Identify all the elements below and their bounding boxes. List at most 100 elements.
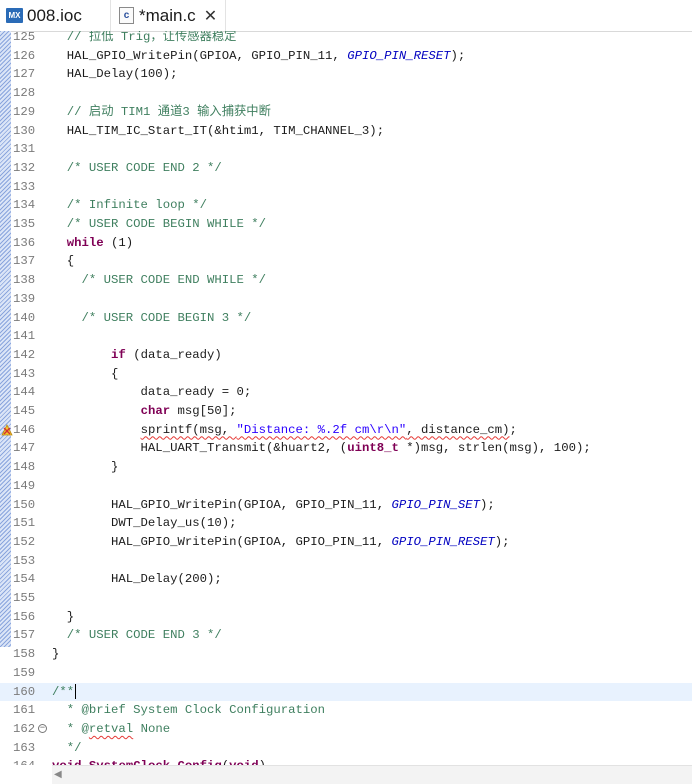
code-token: /* USER CODE BEGIN 3 */ bbox=[52, 310, 252, 325]
code-line[interactable]: 156 } bbox=[0, 608, 692, 627]
code-line[interactable]: 150 HAL_GPIO_WritePin(GPIOA, GPIO_PIN_11… bbox=[0, 496, 692, 515]
code-text: { bbox=[52, 252, 74, 271]
code-line[interactable]: 142 if (data_ready) bbox=[0, 346, 692, 365]
code-token: * @brief System Clock Configuration bbox=[52, 703, 326, 718]
c-source-file-icon: c bbox=[119, 7, 134, 24]
code-line[interactable]: 162 * @retval None bbox=[0, 720, 692, 739]
code-text: HAL_Delay(100); bbox=[52, 65, 178, 84]
code-line[interactable]: 143 { bbox=[0, 365, 692, 384]
code-line[interactable]: 139 bbox=[0, 290, 692, 309]
code-line[interactable]: 148 } bbox=[0, 458, 692, 477]
warning-marker-icon[interactable] bbox=[1, 423, 13, 436]
code-line[interactable]: 154 HAL_Delay(200); bbox=[0, 570, 692, 589]
code-line[interactable]: 155 bbox=[0, 589, 692, 608]
code-text: /* USER CODE END 3 */ bbox=[52, 626, 222, 645]
code-token: GPIO_PIN_RESET bbox=[347, 48, 451, 63]
line-number: 152 bbox=[13, 534, 36, 549]
code-line[interactable]: 131 bbox=[0, 140, 692, 159]
line-number: 138 bbox=[13, 273, 36, 288]
line-number: 157 bbox=[13, 628, 36, 643]
code-line[interactable]: 127 HAL_Delay(100); bbox=[0, 65, 692, 84]
code-line[interactable]: 149 bbox=[0, 477, 692, 496]
code-token: (data_ready) bbox=[125, 347, 222, 362]
code-line[interactable]: 140 /* USER CODE BEGIN 3 */ bbox=[0, 309, 692, 328]
close-tab-icon[interactable]: ✕ bbox=[204, 6, 217, 26]
code-token: *)msg, strlen(msg), 100); bbox=[398, 441, 591, 456]
code-line[interactable]: 146 sprintf(msg, "Distance: %.2f cm\r\n"… bbox=[0, 421, 692, 440]
code-line[interactable]: 129 // 启动 TIM1 通道3 输入捕获中断 bbox=[0, 103, 692, 122]
code-text: } bbox=[52, 645, 59, 664]
line-number: 126 bbox=[13, 48, 36, 63]
code-token: HAL_Delay(100); bbox=[52, 67, 178, 82]
line-number: 143 bbox=[13, 366, 36, 381]
line-number: 154 bbox=[13, 572, 36, 587]
code-line[interactable]: 130 HAL_TIM_IC_Start_IT(&htim1, TIM_CHAN… bbox=[0, 122, 692, 141]
code-token: /* USER CODE END WHILE */ bbox=[52, 273, 267, 288]
code-line[interactable]: 153 bbox=[0, 552, 692, 571]
code-text: /** bbox=[52, 683, 77, 702]
code-token: sprintf(msg, bbox=[140, 422, 237, 437]
code-line[interactable]: 138 /* USER CODE END WHILE */ bbox=[0, 271, 692, 290]
code-line[interactable]: 133 bbox=[0, 178, 692, 197]
line-number: 130 bbox=[13, 123, 36, 138]
scroll-left-arrow-icon[interactable]: ◀ bbox=[54, 769, 62, 780]
code-line[interactable]: 144 data_ready = 0; bbox=[0, 383, 692, 402]
line-number: 136 bbox=[13, 235, 36, 250]
line-number: 148 bbox=[13, 460, 36, 475]
code-token: msg[50]; bbox=[170, 404, 237, 418]
code-line[interactable]: 164 void SystemClock_Config(void) bbox=[0, 757, 692, 765]
line-number: 150 bbox=[13, 497, 36, 512]
code-token: } bbox=[52, 460, 119, 475]
tab-008-ioc[interactable]: MX 008.ioc bbox=[6, 0, 82, 31]
code-line[interactable]: 163 */ bbox=[0, 739, 692, 758]
code-line[interactable]: 125 // 拉低 Trig，让传感器稳定 bbox=[0, 31, 692, 47]
code-line[interactable]: 132 /* USER CODE END 2 */ bbox=[0, 159, 692, 178]
line-number: 153 bbox=[13, 553, 36, 568]
code-token: * @ bbox=[52, 721, 89, 736]
line-number: 134 bbox=[13, 198, 36, 213]
line-number: 131 bbox=[13, 142, 36, 157]
code-token: /* USER CODE END 2 */ bbox=[52, 160, 222, 175]
code-line[interactable]: 160 /** bbox=[0, 682, 692, 702]
code-editor[interactable]: 125 // 拉低 Trig，让传感器稳定 126 HAL_GPIO_WriteP… bbox=[0, 31, 692, 765]
code-line[interactable]: 158} bbox=[0, 645, 692, 664]
code-line[interactable]: 145 char msg[50]; bbox=[0, 402, 692, 421]
code-line[interactable]: 157 /* USER CODE END 3 */ bbox=[0, 626, 692, 645]
line-number: 145 bbox=[13, 404, 36, 418]
line-number: 129 bbox=[13, 104, 36, 119]
code-line[interactable]: 151 DWT_Delay_us(10); bbox=[0, 514, 692, 533]
code-line[interactable]: 128 bbox=[0, 84, 692, 103]
line-number: 162 bbox=[13, 721, 36, 736]
line-number: 158 bbox=[13, 647, 36, 662]
code-text: HAL_GPIO_WritePin(GPIOA, GPIO_PIN_11, GP… bbox=[52, 533, 510, 552]
code-line[interactable]: 134 /* Infinite loop */ bbox=[0, 196, 692, 215]
line-number: 125 bbox=[13, 31, 36, 44]
fold-toggle-icon[interactable] bbox=[38, 723, 47, 733]
code-token: "Distance: %.2f cm\r\n" bbox=[236, 422, 407, 437]
code-line[interactable]: 141 bbox=[0, 327, 692, 346]
code-line[interactable]: 152 HAL_GPIO_WritePin(GPIOA, GPIO_PIN_11… bbox=[0, 533, 692, 552]
code-line[interactable]: 161 * @brief System Clock Configuration bbox=[0, 701, 692, 720]
code-token: */ bbox=[52, 740, 82, 755]
code-text: * @brief System Clock Configuration bbox=[52, 701, 325, 720]
code-line[interactable]: 136 while (1) bbox=[0, 234, 692, 253]
code-text: * @retval None bbox=[52, 720, 170, 739]
code-line[interactable]: 137 { bbox=[0, 252, 692, 271]
line-number: 155 bbox=[13, 591, 36, 605]
tab-main-c[interactable]: c *main.c ✕ bbox=[110, 0, 227, 31]
horizontal-scrollbar[interactable]: ◀ bbox=[52, 765, 692, 784]
line-number: 159 bbox=[13, 665, 36, 680]
code-line[interactable]: 135 /* USER CODE BEGIN WHILE */ bbox=[0, 215, 692, 234]
line-number: 160 bbox=[13, 684, 36, 699]
code-token: retval bbox=[88, 721, 134, 736]
code-line[interactable]: 159 bbox=[0, 664, 692, 683]
code-line[interactable]: 147 HAL_UART_Transmit(&huart2, (uint8_t … bbox=[0, 439, 692, 458]
code-text: /* USER CODE END 2 */ bbox=[52, 159, 222, 178]
code-line[interactable]: 126 HAL_GPIO_WritePin(GPIOA, GPIO_PIN_11… bbox=[0, 47, 692, 66]
line-number: 144 bbox=[13, 385, 36, 400]
line-number: 147 bbox=[13, 441, 36, 456]
code-token: if bbox=[111, 347, 126, 362]
